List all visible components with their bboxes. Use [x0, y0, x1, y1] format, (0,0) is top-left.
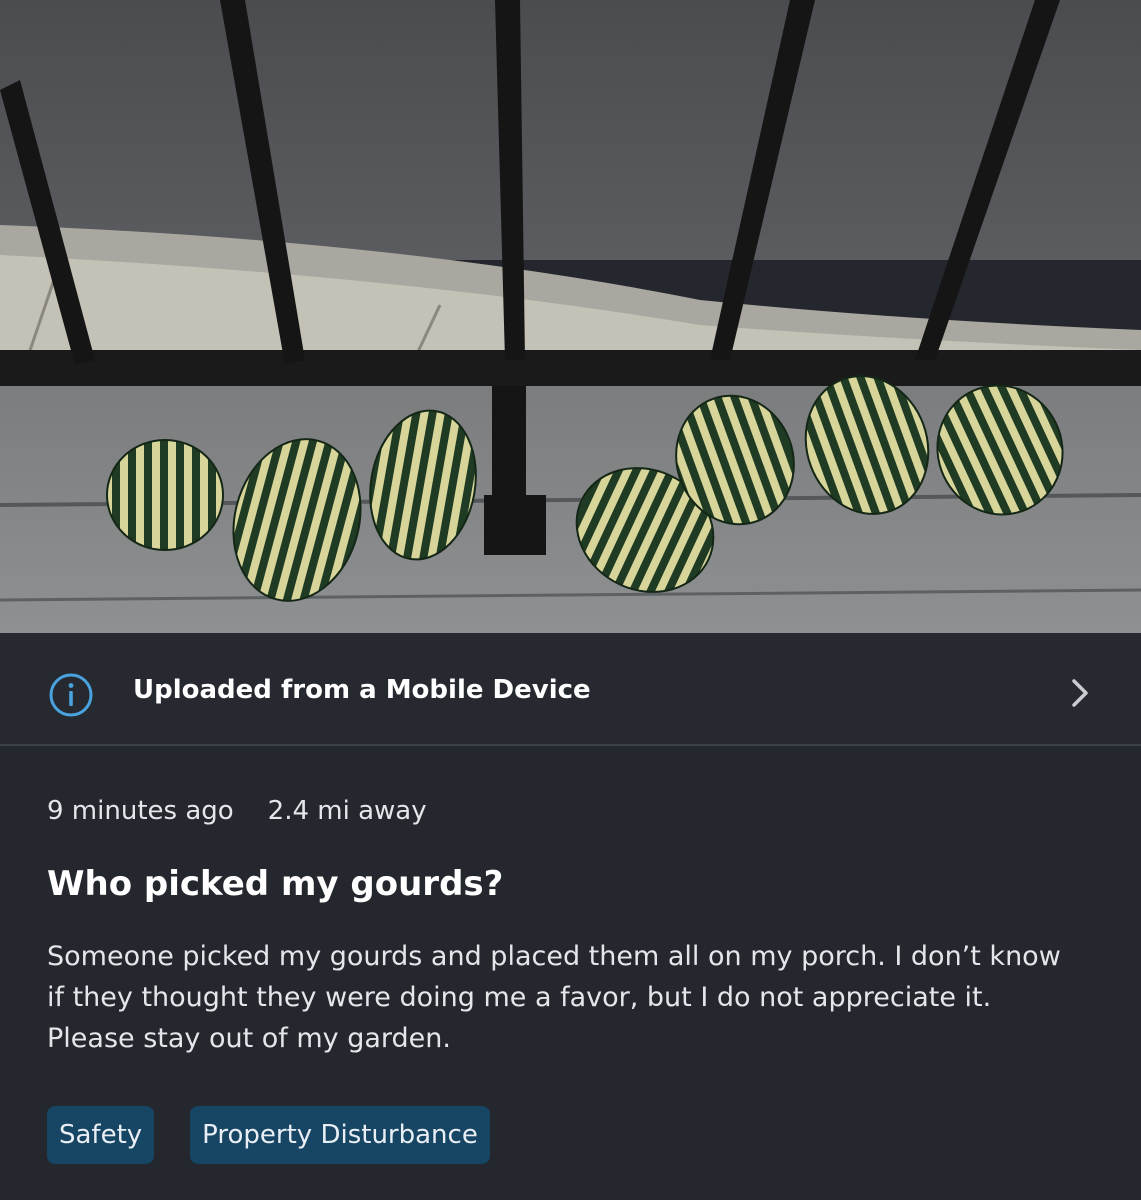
- post-time: 9 minutes ago: [47, 796, 234, 826]
- chevron-right-icon[interactable]: [1066, 677, 1094, 709]
- info-icon: [49, 673, 93, 717]
- post-tags: Safety Property Disturbance: [47, 1106, 526, 1164]
- upload-info-label: Uploaded from a Mobile Device: [133, 675, 591, 705]
- post-meta: 9 minutes ago 2.4 mi away: [47, 796, 427, 826]
- upload-info-row[interactable]: Uploaded from a Mobile Device: [0, 633, 1141, 746]
- tag-property-disturbance[interactable]: Property Disturbance: [190, 1106, 490, 1164]
- photo-gourds-on-porch: [0, 0, 1141, 633]
- post-content: 9 minutes ago 2.4 mi away Who picked my g…: [0, 746, 1141, 1200]
- post-distance: 2.4 mi away: [267, 796, 427, 826]
- tag-safety[interactable]: Safety: [47, 1106, 155, 1164]
- post-title: Who picked my gourds?: [47, 864, 504, 904]
- post-body: Someone picked my gourds and placed them…: [47, 941, 1061, 1054]
- post-photo[interactable]: [0, 0, 1141, 633]
